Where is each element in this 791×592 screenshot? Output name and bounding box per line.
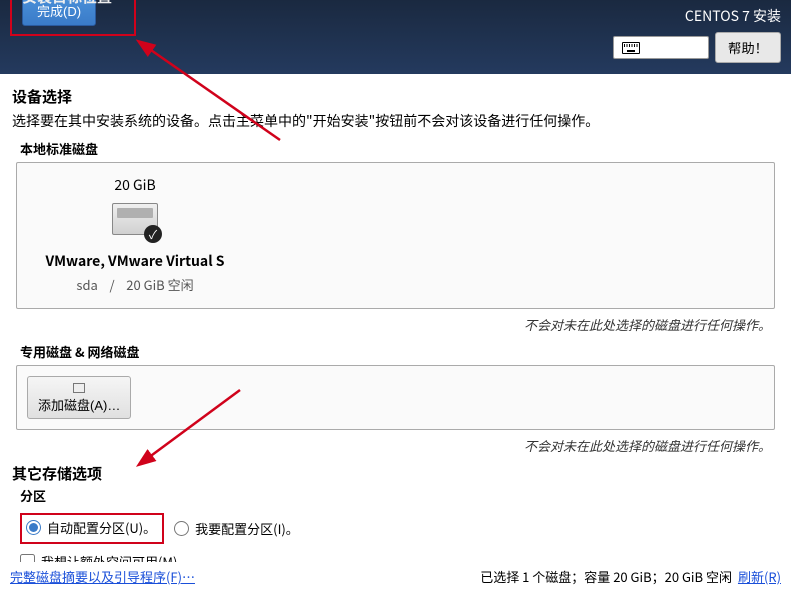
special-disks-label: 专用磁盘 & 网络磁盘 — [20, 342, 779, 361]
disk-capacity: 20 GiB — [114, 175, 155, 195]
local-disks-panel: 20 GiB ✓ VMware, VMware Virtual S sda / … — [16, 162, 775, 309]
auto-partition-option[interactable]: 自动配置分区(U)。 — [26, 518, 156, 537]
install-title: CENTOS 7 安装 — [685, 6, 781, 26]
help-button[interactable]: 帮助！ — [715, 32, 781, 63]
footer-bar: 完整磁盘摘要以及引导程序(F)… 已选择 1 个磁盘；容量 20 GiB；20 … — [0, 567, 791, 586]
manual-partition-radio[interactable] — [174, 521, 189, 536]
auto-partition-radio[interactable] — [26, 520, 41, 535]
device-selection-title: 设备选择 — [12, 86, 779, 107]
add-disk-button[interactable]: 添加磁盘(A)… — [27, 376, 131, 419]
hint-text-1: 不会对未在此处选择的磁盘进行任何操作。 — [12, 315, 771, 334]
keyboard-icon — [622, 42, 640, 54]
manual-partition-option[interactable]: 我要配置分区(I)。 — [174, 519, 299, 538]
local-disks-label: 本地标准磁盘 — [20, 139, 779, 158]
disk-name: VMware, VMware Virtual S — [45, 251, 224, 271]
add-disk-icon — [73, 383, 85, 393]
disk-icon-wrap: ✓ — [112, 203, 158, 239]
disk-card[interactable]: 20 GiB ✓ VMware, VMware Virtual S sda / … — [35, 175, 235, 294]
keyboard-layout-label: cn — [645, 40, 661, 55]
other-storage-title: 其它存储选项 — [12, 463, 779, 484]
hint-text-2: 不会对未在此处选择的磁盘进行任何操作。 — [12, 436, 771, 455]
refresh-link[interactable]: 刷新(R) — [738, 567, 781, 586]
footer-status: 已选择 1 个磁盘；容量 20 GiB；20 GiB 空闲 — [480, 567, 732, 586]
manual-partition-label: 我要配置分区(I)。 — [195, 519, 299, 538]
footer-right: 已选择 1 个磁盘；容量 20 GiB；20 GiB 空闲 刷新(R) — [480, 567, 781, 586]
partition-label: 分区 — [20, 486, 779, 505]
add-disk-label: 添加磁盘(A)… — [38, 395, 120, 414]
done-button-highlight: 安装目标位置 完成(D) — [10, 0, 136, 36]
check-icon: ✓ — [144, 225, 162, 243]
header-left: 安装目标位置 完成(D) — [10, 6, 136, 36]
header-controls: cn 帮助！ — [613, 32, 781, 63]
auto-partition-label: 自动配置分区(U)。 — [47, 518, 156, 537]
special-disks-panel: 添加磁盘(A)… — [16, 365, 775, 430]
disk-info: sda / 20 GiB 空闲 — [76, 275, 193, 294]
extra-space-label: 我想让额外空间可用(M)。 — [41, 552, 190, 562]
keyboard-indicator[interactable]: cn — [613, 36, 709, 59]
device-selection-desc: 选择要在其中安装系统的设备。点击主菜单中的"开始安装"按钮前不会对该设备进行任何… — [12, 111, 779, 131]
disk-free: 20 GiB 空闲 — [126, 275, 193, 294]
disk-device: sda — [76, 275, 97, 294]
extra-space-checkbox[interactable] — [20, 554, 35, 562]
extra-space-option[interactable]: 我想让额外空间可用(M)。 — [20, 552, 779, 562]
page-title: 安装目标位置 — [22, 0, 112, 7]
header-bar: 安装目标位置 完成(D) CENTOS 7 安装 cn 帮助！ — [0, 0, 791, 74]
disk-separator: / — [110, 275, 115, 294]
full-summary-link[interactable]: 完整磁盘摘要以及引导程序(F)… — [10, 567, 195, 586]
auto-partition-highlight: 自动配置分区(U)。 — [20, 513, 164, 544]
content-area: 设备选择 选择要在其中安装系统的设备。点击主菜单中的"开始安装"按钮前不会对该设… — [0, 74, 791, 562]
header-right: CENTOS 7 安装 cn 帮助！ — [613, 6, 781, 63]
